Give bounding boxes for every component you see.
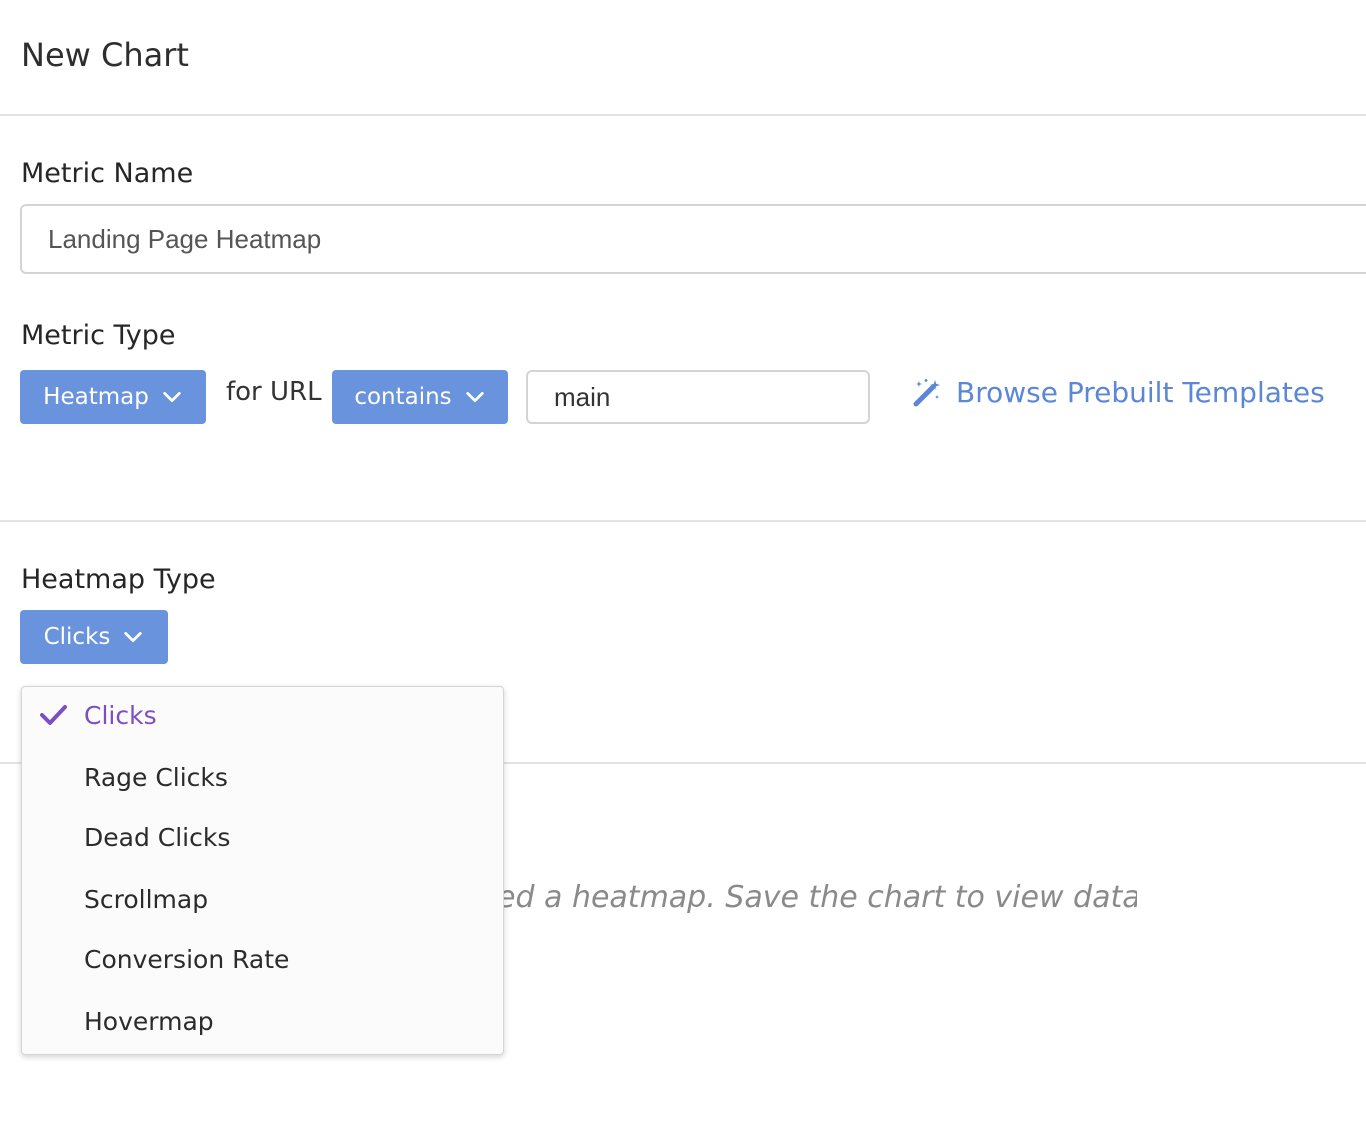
chevron-down-icon [163,391,181,403]
menu-item-hovermap[interactable]: Hovermap [22,993,503,1049]
empty-state-message: ed a heatmap. Save the chart to view dat… [497,880,1137,915]
browse-templates-link[interactable]: Browse Prebuilt Templates [910,376,1325,409]
metric-type-button-label: Heatmap [43,384,149,410]
new-chart-page: New Chart Metric Name Metric Type Heatma… [0,0,1366,1142]
menu-item-label: Conversion Rate [84,944,290,974]
for-url-text: for URL [226,377,322,407]
url-match-dropdown-button[interactable]: contains [332,370,508,424]
heatmap-type-menu: Clicks Rage Clicks Dead Clicks Scrollmap… [21,686,504,1055]
heatmap-type-label: Heatmap Type [21,564,216,595]
chevron-down-icon [124,631,143,643]
magic-wand-icon [913,378,940,406]
menu-item-label: Rage Clicks [84,762,228,792]
menu-item-scrollmap[interactable]: Scrollmap [22,871,503,927]
metric-name-input[interactable] [20,204,1366,274]
metric-type-label: Metric Type [21,320,176,351]
empty-state-text: ed a heatmap. Save the chart to view dat… [497,880,1137,915]
page-title: New Chart [21,36,189,74]
menu-item-label: Hovermap [84,1006,214,1036]
metric-type-dropdown-button[interactable]: Heatmap [20,370,206,424]
menu-item-label: Dead Clicks [84,822,231,852]
url-match-button-label: contains [354,384,452,410]
menu-item-conversion-rate[interactable]: Conversion Rate [22,931,503,987]
header-divider [0,114,1366,116]
browse-templates-label: Browse Prebuilt Templates [956,376,1325,409]
menu-item-dead-clicks[interactable]: Dead Clicks [22,809,503,865]
heatmap-type-dropdown-button[interactable]: Clicks [20,610,168,664]
menu-item-clicks[interactable]: Clicks [22,687,503,743]
menu-item-label: Scrollmap [84,884,209,914]
metric-name-label: Metric Name [21,158,194,189]
menu-item-label: Clicks [84,700,157,730]
url-input[interactable] [526,370,870,424]
menu-item-rage-clicks[interactable]: Rage Clicks [22,749,503,805]
section-divider [0,520,1366,522]
checkmark-icon [40,705,67,725]
chevron-down-icon [465,391,484,403]
heatmap-type-button-label: Clicks [43,624,111,650]
